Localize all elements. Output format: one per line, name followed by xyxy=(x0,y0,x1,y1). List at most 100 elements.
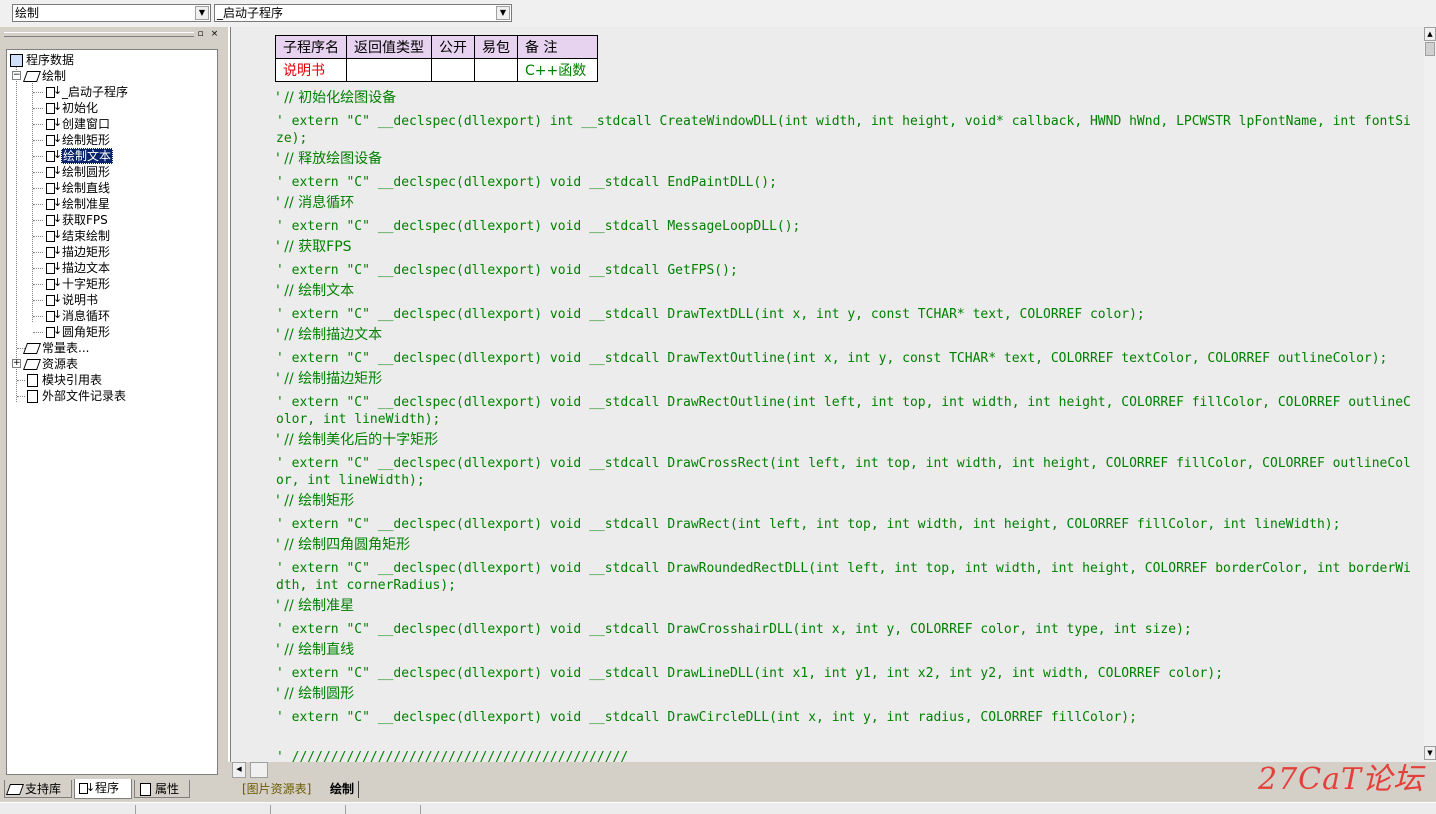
tree-root[interactable]: 程序数据 xyxy=(9,52,75,68)
tree-line xyxy=(33,268,43,269)
collapse-icon[interactable]: − xyxy=(12,71,21,80)
cell-remark[interactable]: C++函数 xyxy=(516,58,599,82)
code-line[interactable]: ' // 绘制描边文本 xyxy=(276,327,1416,344)
tree-line xyxy=(33,332,43,333)
horizontal-scrollbar[interactable]: ◀ xyxy=(228,762,268,778)
module-ref-icon xyxy=(25,374,39,387)
tab-support-library[interactable]: 支持库 xyxy=(4,780,72,798)
chevron-down-icon[interactable]: ▼ xyxy=(496,6,510,20)
code-line[interactable]: ' // 绘制四角圆角矩形 xyxy=(276,537,1416,554)
tree-item-label: 圆角矩形 xyxy=(62,325,111,339)
tree-item-draw-circle[interactable]: 绘制圆形 xyxy=(45,163,111,180)
code-line[interactable]: ' extern "C" __declspec(dllexport) void … xyxy=(276,394,1416,428)
subroutine-icon xyxy=(45,323,62,339)
tree-item-end-draw[interactable]: 结束绘制 xyxy=(45,227,111,244)
tab-draw[interactable]: 绘制 xyxy=(326,781,360,798)
code-line[interactable]: ' extern "C" __declspec(dllexport) void … xyxy=(276,350,1416,367)
cell-sub-name[interactable]: 说明书 xyxy=(275,58,347,82)
col-return-type: 返回值类型 xyxy=(346,35,432,59)
tree-line xyxy=(33,92,43,93)
resources-icon xyxy=(25,358,39,370)
tree-item-draw-rect[interactable]: 绘制矩形 xyxy=(45,131,111,148)
code-line[interactable]: ' extern "C" __declspec(dllexport) void … xyxy=(276,262,1416,279)
code-line[interactable]: ' extern "C" __declspec(dllexport) void … xyxy=(276,174,1416,191)
code-line[interactable]: ' // 消息循环 xyxy=(276,195,1416,212)
subroutine-table: 子程序名 返回值类型 公开 易包 备 注 说明书 C++函数 xyxy=(275,35,599,82)
code-line[interactable]: ' // 绘制文本 xyxy=(276,283,1416,300)
code-line[interactable]: ' extern "C" __declspec(dllexport) void … xyxy=(276,665,1416,682)
scroll-thumb[interactable] xyxy=(250,762,268,778)
code-line[interactable]: ' // 绘制准星 xyxy=(276,598,1416,615)
tree-item-label: 十字矩形 xyxy=(62,277,111,291)
cell-public[interactable] xyxy=(431,58,475,82)
code-line[interactable]: ' extern "C" __declspec(dllexport) void … xyxy=(276,218,1416,235)
tree-item-create-window[interactable]: 创建窗口 xyxy=(45,115,111,132)
code-area[interactable]: 子程序名 返回值类型 公开 易包 备 注 说明书 C++函数 ' // 初始化绘… xyxy=(230,27,1425,762)
col-epkg: 易包 xyxy=(474,35,518,59)
scroll-left-icon[interactable]: ◀ xyxy=(232,762,246,778)
scroll-thumb[interactable] xyxy=(1425,42,1435,56)
code-line[interactable]: ' //////////////////////////////////////… xyxy=(276,749,1416,762)
expand-icon[interactable]: + xyxy=(12,359,21,368)
tree-item-label: 常量表... xyxy=(42,341,90,355)
tree-item-manual[interactable]: 说明书 xyxy=(45,291,99,308)
code-line[interactable]: ' // 释放绘图设备 xyxy=(276,151,1416,168)
tree-group-draw[interactable]: 绘制 xyxy=(25,68,67,84)
tree-line xyxy=(32,80,33,322)
tree-item-draw-text[interactable]: 绘制文本 xyxy=(45,147,114,164)
code-line[interactable]: ' // 绘制美化后的十字矩形 xyxy=(276,432,1416,449)
panel-grip[interactable] xyxy=(4,32,194,37)
tree-item-module-refs[interactable]: 模块引用表 xyxy=(25,372,103,388)
cell-epkg[interactable] xyxy=(474,58,518,82)
tree-item-draw-crosshair[interactable]: 绘制准星 xyxy=(45,195,111,212)
tab-properties[interactable]: 属性 xyxy=(134,780,190,798)
tree-item-message-loop[interactable]: 消息循环 xyxy=(45,307,111,324)
chevron-down-icon[interactable]: ▼ xyxy=(195,6,209,20)
code-editor[interactable]: 子程序名 返回值类型 公开 易包 备 注 说明书 C++函数 ' // 初始化绘… xyxy=(228,27,1436,762)
code-line[interactable]: ' // 绘制描边矩形 xyxy=(276,371,1416,388)
vertical-scrollbar[interactable]: ▲ ▼ xyxy=(1424,27,1436,762)
tab-program[interactable]: 程序 xyxy=(74,779,132,799)
cell-return-type[interactable] xyxy=(346,58,432,82)
subroutine-select-value: _启动子程序 xyxy=(217,6,284,20)
scroll-up-icon[interactable]: ▲ xyxy=(1424,27,1436,41)
tree-item-resources[interactable]: 资源表 xyxy=(25,356,79,372)
tree-item-get-fps[interactable]: 获取FPS xyxy=(45,211,109,228)
tree-item-label: 描边文本 xyxy=(62,261,111,275)
code-line[interactable]: ' extern "C" __declspec(dllexport) void … xyxy=(276,560,1416,594)
code-line[interactable]: ' extern "C" __declspec(dllexport) void … xyxy=(276,455,1416,489)
code-line[interactable]: ' extern "C" __declspec(dllexport) void … xyxy=(276,306,1416,323)
tree-item-cross-rect[interactable]: 十字矩形 xyxy=(45,275,111,292)
code-line[interactable]: ' extern "C" __declspec(dllexport) int _… xyxy=(276,113,1416,147)
tree-item-draw-line[interactable]: 绘制直线 xyxy=(45,179,111,196)
restore-icon[interactable]: ▫ xyxy=(196,30,205,39)
code-line[interactable]: ' // 获取FPS xyxy=(276,239,1416,256)
code-line[interactable]: ' extern "C" __declspec(dllexport) void … xyxy=(276,516,1416,533)
tab-image-resources[interactable]: [图片资源表] xyxy=(238,781,315,798)
tab-label: 属性 xyxy=(155,782,180,796)
close-icon[interactable]: × xyxy=(210,30,219,39)
code-line[interactable]: ' extern "C" __declspec(dllexport) void … xyxy=(276,709,1416,726)
code-line[interactable]: ' // 绘制圆形 xyxy=(276,686,1416,703)
scroll-down-icon[interactable]: ▼ xyxy=(1424,746,1436,760)
tree-item-rounded-rect[interactable]: 圆角矩形 xyxy=(45,323,111,340)
tree-item-constants[interactable]: 常量表... xyxy=(25,340,90,356)
tree-line xyxy=(33,140,43,141)
tree-item-label: 消息循环 xyxy=(62,309,111,323)
tree-item-external-files[interactable]: 外部文件记录表 xyxy=(25,388,127,404)
tree-item-init[interactable]: 初始化 xyxy=(45,99,99,116)
tree-line xyxy=(33,204,43,205)
code-line[interactable]: ' // 绘制矩形 xyxy=(276,493,1416,510)
code-line[interactable]: ' extern "C" __declspec(dllexport) void … xyxy=(276,621,1416,638)
tree-item-start-sub[interactable]: _启动子程序 xyxy=(45,83,129,100)
code-line[interactable]: ' // 初始化绘图设备 xyxy=(276,90,1416,107)
module-select[interactable]: 绘制 ▼ xyxy=(12,4,211,22)
tree-line xyxy=(17,396,25,397)
tree-item-outline-text[interactable]: 描边文本 xyxy=(45,259,111,276)
tree-item-outline-rect[interactable]: 描边矩形 xyxy=(45,243,111,260)
subroutine-icon xyxy=(45,195,62,211)
col-public: 公开 xyxy=(431,35,475,59)
project-tree[interactable]: 程序数据 − 绘制 _启动子程序 初始化 创建窗口 绘制矩形 绘制文本 绘制圆形… xyxy=(6,49,218,775)
subroutine-select[interactable]: _启动子程序 ▼ xyxy=(214,4,512,22)
code-line[interactable]: ' // 绘制直线 xyxy=(276,642,1416,659)
